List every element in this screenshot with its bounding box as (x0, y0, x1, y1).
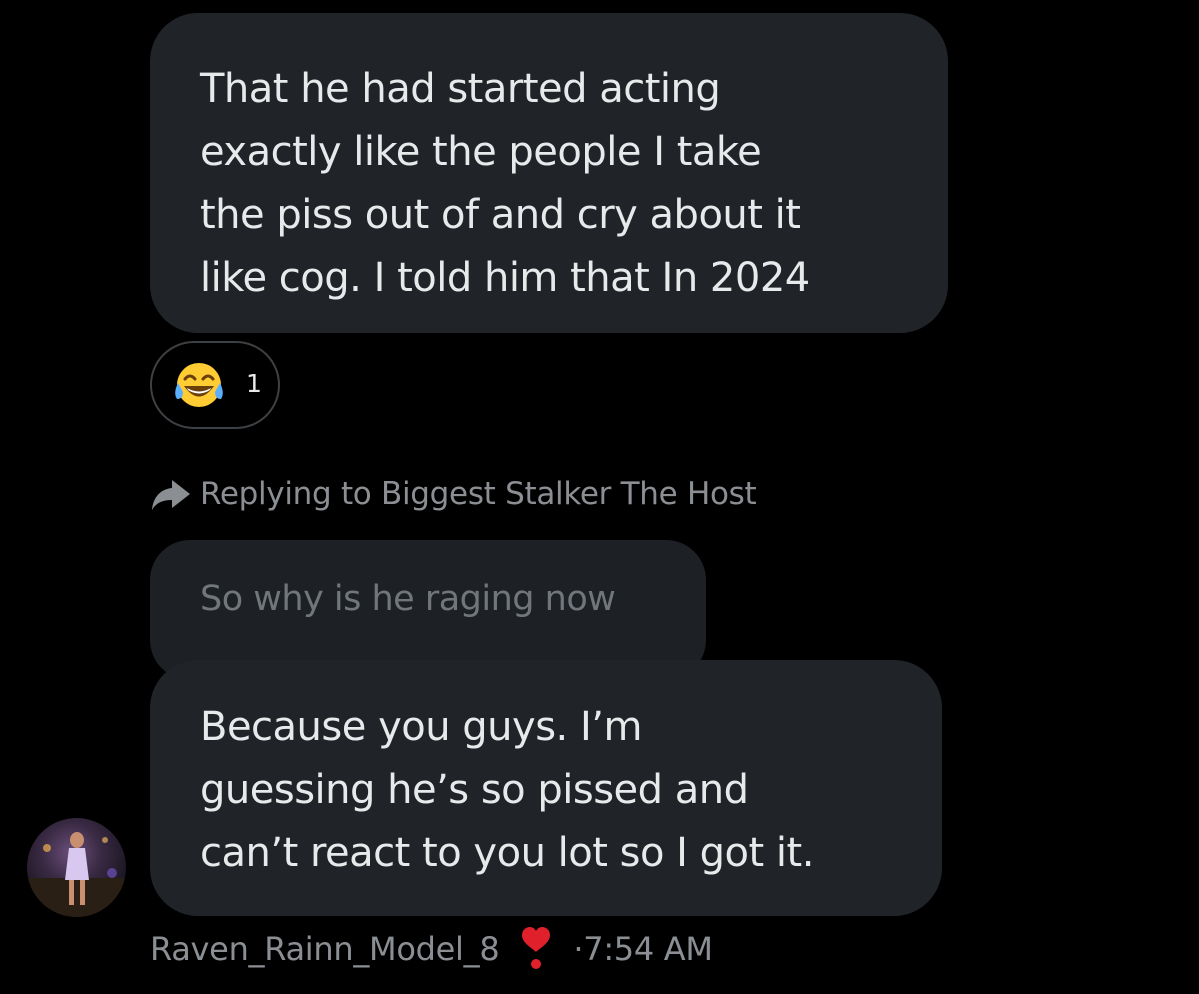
message-text-2: So why is he raging now (200, 579, 616, 619)
reply-context: Replying to Biggest Stalker The Host (150, 473, 757, 515)
reaction-count: 1 (246, 369, 262, 398)
footer-separator: · (573, 930, 584, 968)
message-bubble-1[interactable]: That he had started acting exactly like … (150, 13, 948, 333)
message-footer: Raven_Rainn_Model_8 · 7:54 AM (150, 926, 713, 972)
reply-arrow-icon (152, 480, 190, 510)
avatar-photo (27, 832, 126, 917)
avatar[interactable] (27, 818, 126, 917)
reaction-pill[interactable]: 1 (150, 341, 280, 429)
message-text-1: That he had started acting exactly like … (200, 66, 810, 301)
sender-username[interactable]: Raven_Rainn_Model_8 (150, 929, 500, 969)
message-text-3: Because you guys. I’m guessing he’s so p… (200, 704, 814, 876)
joy-emoji-icon (175, 363, 223, 407)
heart-exclamation-icon (522, 927, 551, 969)
message-bubble-3[interactable]: Because you guys. I’m guessing he’s so p… (150, 660, 942, 916)
message-bubble-2[interactable]: So why is he raging now (150, 540, 706, 680)
message-timestamp: 7:54 AM (583, 930, 713, 968)
reply-context-text: Replying to Biggest Stalker The Host (200, 476, 757, 512)
